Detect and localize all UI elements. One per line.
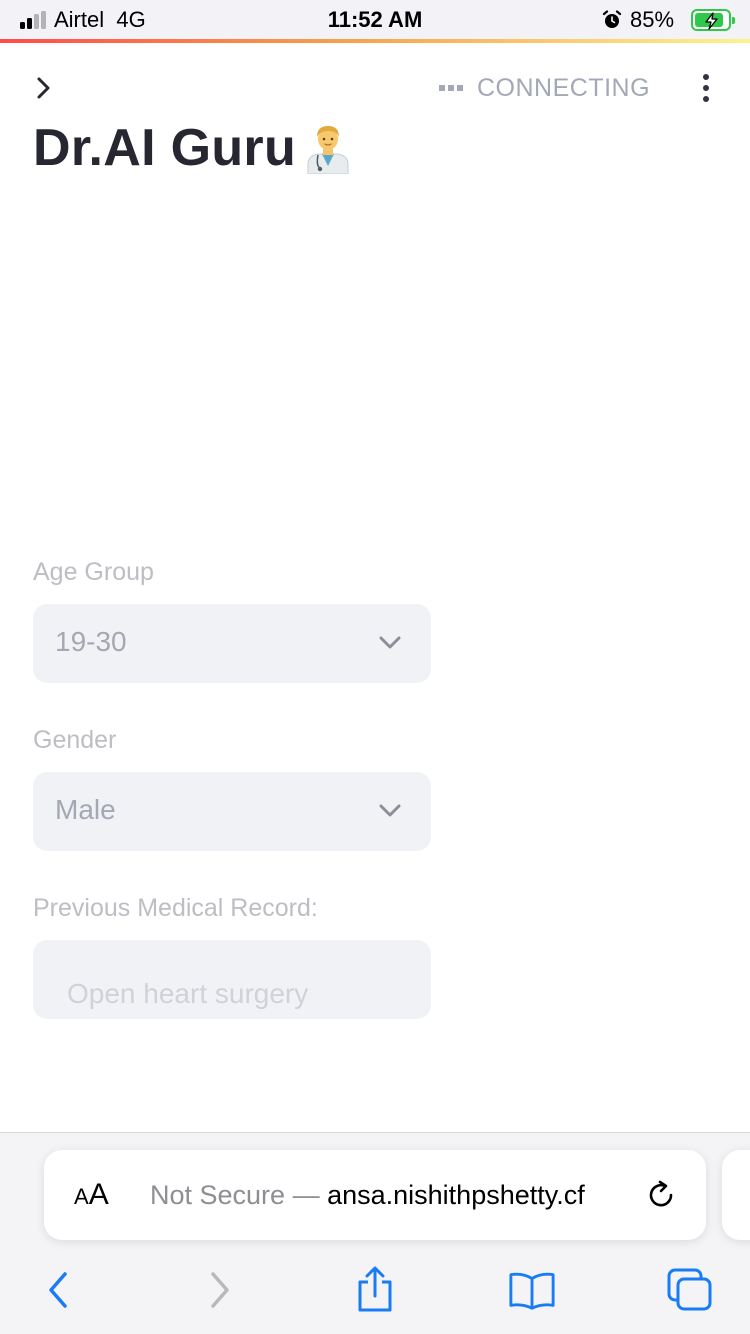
chevron-right-icon bbox=[211, 1272, 229, 1308]
url-domain: ansa.nishithpshetty.cf bbox=[327, 1180, 585, 1210]
medical-record-input[interactable]: Open heart surgery bbox=[33, 940, 431, 1019]
back-button[interactable] bbox=[34, 1266, 82, 1314]
page-title-text: Dr.AI Guru bbox=[33, 119, 297, 177]
reload-icon[interactable] bbox=[644, 1178, 678, 1212]
gender-label: Gender bbox=[33, 726, 117, 754]
next-tab-preview[interactable] bbox=[722, 1150, 750, 1240]
connection-status-label: CONNECTING bbox=[477, 73, 651, 102]
share-icon bbox=[358, 1266, 392, 1312]
alarm-icon bbox=[602, 10, 622, 28]
medical-record-label: Previous Medical Record: bbox=[33, 894, 318, 922]
doctor-emoji-icon bbox=[307, 126, 349, 174]
forward-button[interactable] bbox=[196, 1266, 244, 1314]
security-warning: Not Secure — bbox=[150, 1180, 320, 1210]
url-display[interactable]: Not Secure — ansa.nishithpshetty.cf bbox=[150, 1180, 585, 1211]
text-size-button[interactable]: AA bbox=[74, 1178, 109, 1212]
tabs-icon bbox=[667, 1268, 712, 1311]
age-group-label: Age Group bbox=[33, 558, 154, 586]
address-bar[interactable]: AA Not Secure — ansa.nishithpshetty.cf bbox=[44, 1150, 706, 1240]
gender-select[interactable]: Male bbox=[33, 772, 431, 851]
chevron-left-icon bbox=[49, 1272, 67, 1308]
connecting-dots-icon bbox=[439, 85, 463, 91]
page-title: Dr.AI Guru bbox=[33, 118, 352, 178]
connection-progress-line bbox=[0, 39, 750, 43]
status-bar: Airtel 4G 11:52 AM 85% bbox=[0, 0, 750, 40]
chevron-down-icon bbox=[379, 804, 401, 817]
chevron-down-icon bbox=[379, 636, 401, 649]
battery-icon bbox=[691, 9, 735, 31]
battery-percent: 85% bbox=[630, 7, 675, 32]
age-group-value: 19-30 bbox=[55, 626, 127, 657]
sidebar-expand-chevron-icon[interactable] bbox=[30, 74, 58, 102]
share-button[interactable] bbox=[351, 1266, 399, 1314]
bookmarks-button[interactable] bbox=[508, 1266, 556, 1314]
connection-status: CONNECTING bbox=[439, 72, 650, 104]
medical-record-placeholder: Open heart surgery bbox=[67, 978, 309, 1009]
book-icon bbox=[509, 1272, 555, 1310]
main-menu-icon[interactable] bbox=[696, 72, 716, 104]
tabs-button[interactable] bbox=[666, 1266, 714, 1314]
age-group-select[interactable]: 19-30 bbox=[33, 604, 431, 683]
gender-value: Male bbox=[55, 794, 116, 825]
